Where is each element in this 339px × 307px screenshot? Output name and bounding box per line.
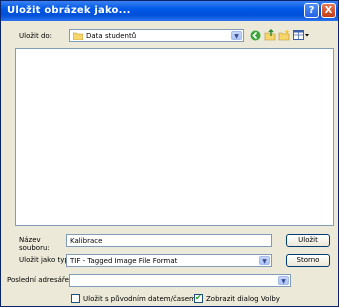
- filetype-value: TIF - Tagged Image File Format: [70, 257, 178, 265]
- close-button[interactable]: X: [321, 3, 336, 18]
- filename-label-line2: souboru:: [19, 244, 50, 252]
- save-in-label: Uložit do:: [19, 32, 53, 40]
- back-icon[interactable]: [250, 30, 261, 43]
- keep-date-checkbox[interactable]: [71, 294, 80, 303]
- chevron-down-icon[interactable]: ▼: [259, 256, 270, 265]
- window-title: Uložit obrázek jako...: [7, 5, 131, 16]
- file-list[interactable]: [15, 48, 334, 226]
- filename-input[interactable]: Kalibrace: [66, 234, 272, 247]
- chevron-down-icon[interactable]: ▼: [278, 276, 289, 285]
- chevron-down-icon[interactable]: ▼: [231, 31, 242, 40]
- keep-date-label: Uložit s původním datem/časem: [83, 295, 196, 303]
- show-dialog-checkbox[interactable]: [194, 293, 203, 303]
- save-in-value: Data studentů: [86, 32, 137, 40]
- filetype-label: Uložit jako typ:: [19, 256, 72, 264]
- view-menu-icon[interactable]: [293, 30, 309, 42]
- filetype-dropdown[interactable]: TIF - Tagged Image File Format ▼: [66, 254, 272, 267]
- recent-dirs-label: Poslední adresáře: [7, 276, 69, 284]
- filename-label-line1: Název: [19, 236, 41, 244]
- up-folder-icon[interactable]: [264, 29, 276, 43]
- filename-value: Kalibrace: [70, 237, 103, 245]
- new-folder-icon[interactable]: [278, 29, 290, 43]
- save-button[interactable]: Uložit: [286, 234, 330, 247]
- filename-label: Název souboru:: [19, 236, 50, 252]
- title-bar[interactable]: Uložit obrázek jako... ? X: [1, 1, 338, 21]
- show-dialog-label: Zobrazit dialog Volby: [206, 295, 280, 303]
- cancel-button[interactable]: Storno: [286, 254, 330, 267]
- help-button[interactable]: ?: [304, 3, 319, 18]
- folder-icon: [72, 32, 84, 41]
- save-in-dropdown[interactable]: Data studentů ▼: [69, 29, 244, 42]
- recent-dirs-dropdown[interactable]: ▼: [69, 274, 291, 287]
- save-image-dialog: Uložit obrázek jako... ? X Uložit do: Da…: [0, 0, 339, 307]
